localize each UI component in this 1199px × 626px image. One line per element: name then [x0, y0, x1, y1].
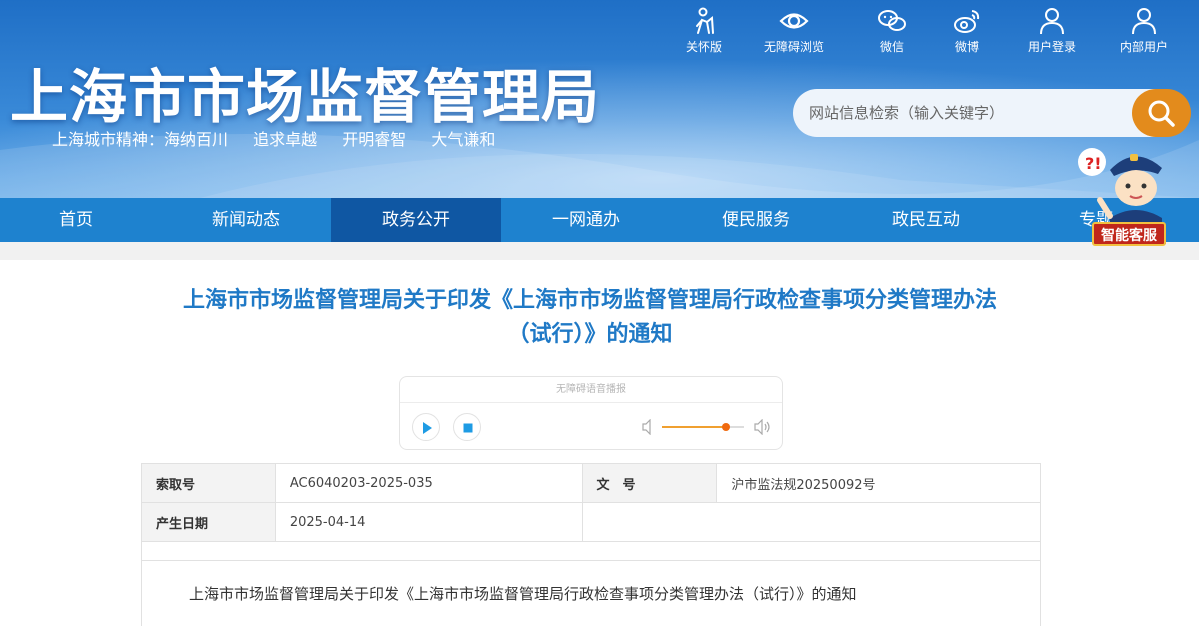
date-value: 2025-04-14 — [274, 502, 583, 542]
date-label: 产生日期 — [141, 502, 276, 542]
document-number-label: 文 号 — [581, 463, 718, 503]
article-title: 上海市市场监督管理局关于印发《上海市市场监督管理局行政检查事项分类管理办法 （试… — [130, 284, 1050, 352]
volume-low-icon[interactable] — [642, 419, 656, 435]
article-body-text: 上海市市场监督管理局关于印发《上海市市场监督管理局行政检查事项分类管理办法（试行… — [189, 585, 857, 603]
user-icon — [1104, 6, 1184, 36]
table-row: 产生日期 2025-04-14 — [141, 502, 1041, 542]
slogan-part: 大气谦和 — [431, 130, 496, 149]
nav-item-public-services[interactable]: 便民服务 — [671, 198, 841, 242]
article-body: 上海市市场监督管理局关于印发《上海市市场监督管理局行政检查事项分类管理办法（试行… — [141, 561, 1041, 626]
stop-icon — [463, 423, 473, 433]
weibo-button[interactable]: 微博 — [927, 6, 1007, 55]
user-login-button[interactable]: 用户登录 — [1012, 6, 1092, 55]
table-row: 索取号 AC6040203-2025-035 文 号 沪市监法规20250092… — [141, 463, 1041, 503]
site-search — [793, 89, 1191, 137]
elderly-care-icon — [664, 6, 744, 36]
slogan-part: 上海城市精神：海纳百川 — [52, 130, 229, 149]
volume-slider[interactable] — [662, 423, 744, 431]
search-icon — [1148, 100, 1175, 127]
volume-handle[interactable] — [721, 423, 730, 431]
slogan-part: 追求卓越 — [253, 130, 318, 149]
play-icon — [423, 422, 432, 434]
user-icon — [1012, 6, 1092, 36]
search-button[interactable] — [1132, 89, 1191, 137]
nav-item-news[interactable]: 新闻动态 — [161, 198, 331, 242]
empty-cell — [581, 502, 1041, 542]
eye-icon — [749, 6, 839, 36]
nav-item-interaction[interactable]: 政民互动 — [841, 198, 1011, 242]
volume-high-icon[interactable] — [754, 419, 772, 435]
site-header: 上海市市场监督管理局 上海城市精神：海纳百川 追求卓越 开明睿智 大气谦和 关怀… — [0, 0, 1199, 198]
nav-item-online-services[interactable]: 一网通办 — [501, 198, 671, 242]
index-number-value: AC6040203-2025-035 — [274, 463, 583, 503]
site-title[interactable]: 上海市市场监督管理局 — [10, 50, 600, 134]
svg-text:?!: ?! — [1085, 154, 1102, 173]
weibo-icon — [927, 6, 1007, 36]
smart-service-label[interactable]: 智能客服 — [1092, 222, 1166, 246]
accessibility-button[interactable]: 无障碍浏览 — [749, 6, 839, 55]
nav-item-government-affairs[interactable]: 政务公开 — [331, 198, 501, 242]
search-input[interactable] — [793, 89, 1163, 137]
wechat-icon — [852, 6, 932, 36]
index-number-label: 索取号 — [141, 463, 276, 503]
document-meta-table: 索取号 AC6040203-2025-035 文 号 沪市监法规20250092… — [141, 463, 1041, 561]
article-title-line: 上海市市场监督管理局关于印发《上海市市场监督管理局行政检查事项分类管理办法 — [182, 288, 997, 313]
main-nav: 首页 新闻动态 政务公开 一网通办 便民服务 政民互动 专题 — [0, 198, 1199, 242]
wechat-button[interactable]: 微信 — [852, 6, 932, 55]
nav-item-home[interactable]: 首页 — [0, 198, 161, 242]
volume-fill — [662, 426, 726, 428]
slogan-part: 开明睿智 — [342, 130, 407, 149]
audio-player: 无障碍语音播报 — [399, 376, 783, 450]
article-container: 上海市市场监督管理局关于印发《上海市市场监督管理局行政检查事项分类管理办法 （试… — [0, 260, 1199, 626]
city-slogan: 上海城市精神：海纳百川 追求卓越 开明睿智 大气谦和 — [52, 126, 515, 150]
care-mode-button[interactable]: 关怀版 — [664, 6, 744, 55]
stop-button[interactable] — [453, 413, 481, 441]
document-number-value: 沪市监法规20250092号 — [716, 463, 1041, 503]
play-button[interactable] — [412, 413, 440, 441]
internal-user-button[interactable]: 内部用户 — [1104, 6, 1184, 55]
audio-player-title: 无障碍语音播报 — [400, 377, 782, 403]
article-title-line: （试行）》的通知 — [507, 322, 673, 347]
table-spacer-row — [141, 541, 1041, 561]
